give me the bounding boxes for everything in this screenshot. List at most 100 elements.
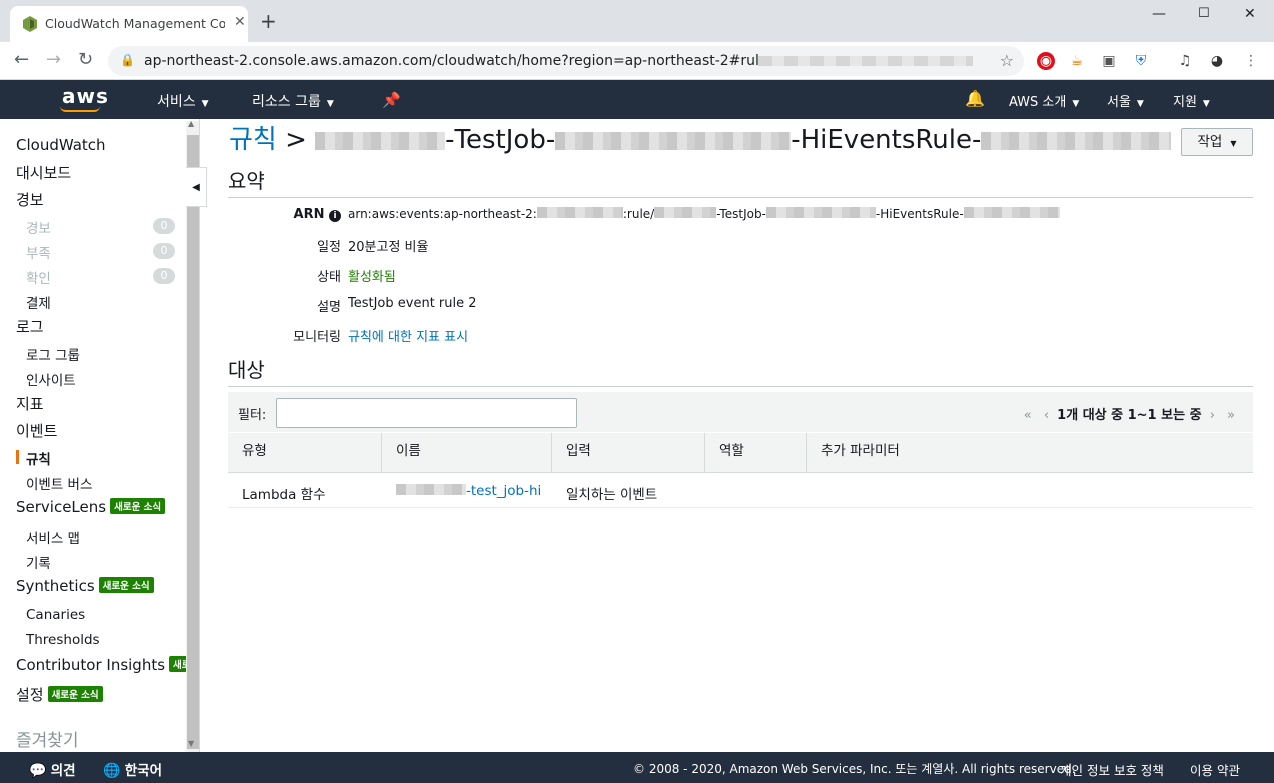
url-redacted [758,56,973,66]
terms-link[interactable]: 이용 약관 [1190,760,1240,779]
shield-extension-icon[interactable]: ⛨ [1132,52,1150,70]
table-row: Lambda 함수 -test_job-hi 일치하는 이벤트 [228,474,1253,508]
aws-logo[interactable]: aws [62,84,109,108]
bell-icon[interactable]: 🔔 [965,89,985,108]
last-page-icon[interactable]: » [1227,408,1235,423]
scroll-down-icon[interactable]: ▼ [188,739,194,748]
description-value: TestJob event rule 2 [348,296,477,311]
sidebar-item-synthetics[interactable]: Synthetics 새로운 소식 [16,577,154,595]
sidebar-scrollbar-thumb[interactable] [187,135,199,749]
column-header-input[interactable]: 입력 [552,433,705,473]
sidebar-item-servicelens[interactable]: ServiceLens 새로운 소식 [16,498,166,516]
redacted-text [981,132,1172,150]
pin-icon[interactable]: 📌 [382,91,401,109]
actions-dropdown-button[interactable]: 작업 ▼ [1181,128,1253,156]
sidebar-item-alarms[interactable]: 경보 [16,189,44,210]
targets-table: 필터: « ‹ 1개 대상 중 1~1 보는 중 › » 유형 이름 입력 역할… [228,392,1253,508]
sidebar-item-dashboards[interactable]: 대시보드 [16,162,71,183]
sidebar-item-service-map[interactable]: 서비스 맵 [26,527,80,547]
services-menu[interactable]: 서비스 ▼ [157,91,209,111]
sidebar-item-traces[interactable]: 기록 [26,552,51,572]
sidebar-item-event-buses[interactable]: 이벤트 버스 [26,473,92,493]
column-header-name[interactable]: 이름 [382,433,552,473]
minimize-icon[interactable]: — [1152,6,1166,22]
sidebar-item-canaries[interactable]: Canaries [26,607,85,623]
address-bar[interactable]: 🔒 ap-northeast-2.console.aws.amazon.com/… [108,46,1024,76]
status-label: 상태 [317,270,341,285]
sidebar-item-log-groups[interactable]: 로그 그룹 [26,344,80,364]
description-label: 설명 [317,300,341,315]
sidebar-item-alarm-ok[interactable]: 확인 [26,267,51,287]
lock-icon: 🔒 [120,53,135,67]
sidebar-item-logs[interactable]: 로그 [16,316,44,337]
table-toolbar: 필터: « ‹ 1개 대상 중 1~1 보는 중 › » [228,392,1253,432]
row-name-link[interactable]: -test_job-hi [396,483,541,499]
sidebar-item-alarm-in-alarm[interactable]: 경보 [26,217,51,237]
language-selector[interactable]: 🌐 한국어 [103,759,162,779]
sidebar-item-alarm-insufficient[interactable]: 부족 [26,242,51,262]
arn-value: arn:aws:events:ap-northeast-2::rule/-Tes… [348,207,1060,221]
region-menu[interactable]: 서울 ▼ [1107,91,1144,110]
prev-page-icon[interactable]: ‹ [1044,408,1049,423]
adblock-extension-icon[interactable]: ◉ [1037,52,1055,70]
arn-label: ARN i [211,207,341,222]
sidebar-item-billing[interactable]: 결제 [26,292,51,312]
pagination-text: 1개 대상 중 1~1 보는 중 [1057,408,1202,423]
sidebar-item-rules[interactable]: 규칙 [26,448,51,468]
browser-tab[interactable]: CloudWatch Management Cons ✕ [10,6,248,42]
filter-input[interactable] [276,398,577,428]
column-header-extra-params[interactable]: 추가 파라미터 [807,433,1253,473]
copyright-text: © 2008 - 2020, Amazon Web Services, Inc.… [633,762,1076,776]
resource-groups-menu[interactable]: 리소스 그룹 ▼ [252,91,334,111]
first-page-icon[interactable]: « [1024,408,1032,423]
cloudwatch-favicon-icon [23,16,37,32]
support-menu[interactable]: 지원 ▼ [1173,91,1210,110]
new-tab-icon[interactable]: + [260,11,277,31]
schedule-label: 일정 [317,240,341,255]
reload-icon[interactable]: ↻ [78,50,93,70]
sidebar-item-insights[interactable]: 인사이트 [26,369,76,389]
alarm-count-badge: 0 [153,218,175,234]
scroll-up-icon[interactable]: ▲ [188,119,194,128]
bookmark-star-icon[interactable]: ☆ [1000,51,1014,70]
privacy-policy-link[interactable]: 개인 정보 보호 정책 [1060,760,1164,779]
back-icon[interactable]: ← [14,50,29,70]
pagination: « ‹ 1개 대상 중 1~1 보는 중 › » [1020,404,1239,423]
column-header-role[interactable]: 역할 [705,433,807,473]
sidebar-item-contributor-insights[interactable]: Contributor Insights 새로 [16,656,195,674]
divider [228,386,1253,387]
forward-icon[interactable]: → [46,50,61,70]
redacted-text [315,132,446,150]
java-extension-icon[interactable]: ☕ [1068,52,1086,70]
chevron-down-icon: ▼ [1136,99,1144,109]
sidebar-collapse-button[interactable]: ◀ [186,167,207,207]
feedback-button[interactable]: 💬 의견 [29,759,76,779]
sidebar-item-events[interactable]: 이벤트 [16,420,57,441]
screenshot-extension-icon[interactable]: ▣ [1100,52,1118,70]
next-page-icon[interactable]: › [1210,408,1215,423]
browser-tab-bar: CloudWatch Management Cons ✕ + — ☐ ✕ [0,0,1274,42]
divider [228,197,1253,198]
active-indicator [16,450,19,464]
media-control-icon[interactable]: ♫ [1176,52,1194,70]
sidebar-item-cloudwatch[interactable]: CloudWatch [16,136,106,154]
insufficient-count-badge: 0 [153,243,175,259]
monitoring-metrics-link[interactable]: 규칙에 대한 지표 표시 [348,326,468,345]
monitoring-label: 모니터링 [293,330,341,345]
column-header-type[interactable]: 유형 [228,433,382,473]
about-aws-menu[interactable]: AWS 소개 ▼ [1009,91,1079,110]
breadcrumb-rules-link[interactable]: 규칙 [229,125,277,155]
sidebar-item-metrics[interactable]: 지표 [16,393,44,414]
row-type: Lambda 함수 [242,487,326,503]
maximize-icon[interactable]: ☐ [1198,6,1210,21]
window-close-icon[interactable]: ✕ [1244,6,1256,22]
tab-close-icon[interactable]: ✕ [234,14,246,30]
sidebar-favorites-heading: 즐겨찾기 [16,731,79,751]
caret-down-icon: ▼ [1230,139,1237,148]
profile-avatar-icon[interactable]: ◕ [1208,52,1226,70]
row-input: 일치하는 이벤트 [566,487,658,503]
url-text: ap-northeast-2.console.aws.amazon.com/cl… [144,53,831,69]
sidebar-item-settings[interactable]: 설정 새로운 소식 [16,684,103,705]
browser-menu-icon[interactable]: ⋮ [1242,52,1260,70]
sidebar-item-thresholds[interactable]: Thresholds [26,632,100,648]
